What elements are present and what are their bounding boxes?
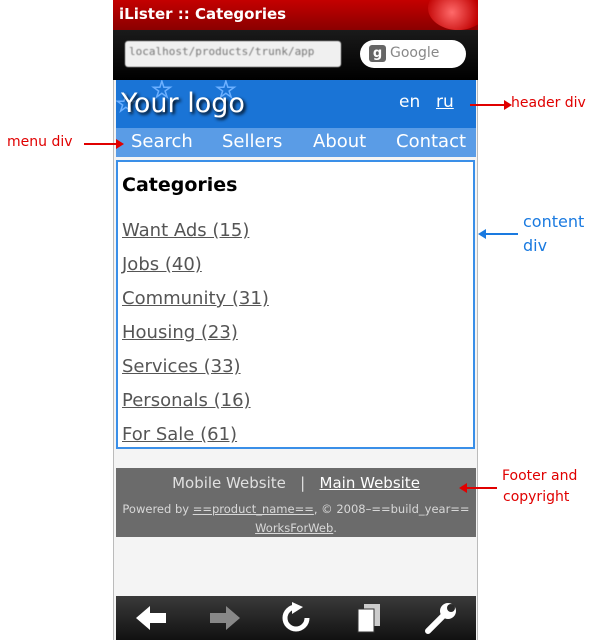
window-title: iLister :: Categories [119,5,287,23]
menu-item-contact[interactable]: Contact [396,131,466,152]
menu-div: Search Sellers About Contact [116,128,476,157]
search-placeholder: Google [390,45,440,61]
annotation-menu-div: menu div [7,134,73,150]
category-link[interactable]: Housing (23) [122,322,238,343]
annotation-arrow [478,229,518,239]
forward-arrow-icon[interactable] [204,602,244,634]
lang-ru-link[interactable]: ru [436,92,454,112]
copyright-text: , © 2008–==build_year== [313,502,470,516]
product-name-link[interactable]: ==product_name== [193,502,314,516]
category-link[interactable]: Community (31) [122,288,269,309]
windows-icon[interactable] [348,602,388,634]
annotation-header-div: header div [511,95,586,111]
annotation-arrow [84,139,124,149]
category-link[interactable]: Want Ads (15) [122,220,249,241]
category-link[interactable]: Jobs (40) [122,254,202,275]
menu-item-about[interactable]: About [313,131,366,152]
category-link[interactable]: Services (33) [122,356,241,377]
footer-separator: | [300,474,306,492]
url-input[interactable]: localhost/products/trunk/app [125,41,341,67]
annotation-arrow [459,483,497,493]
google-search-box[interactable]: g Google [360,40,466,68]
menu-item-sellers[interactable]: Sellers [222,131,282,152]
menu-item-search[interactable]: Search [131,131,193,152]
main-website-link[interactable]: Main Website [320,474,420,492]
site-logo[interactable]: Your logo [121,88,245,119]
header-div: ★ ★ ★ Your logo en ru [116,80,476,128]
google-g-icon: g [369,45,386,62]
status-orb-icon [428,0,478,30]
content-div: Categories Want Ads (15) Jobs (40) Commu… [116,160,475,449]
copyright-period: . [333,521,337,535]
annotation-content-div-line2: div [523,236,548,255]
footer-div: Mobile Website | Main Website Powered by… [116,468,476,537]
browser-toolbar [116,596,476,640]
title-bar: iLister :: Categories [113,0,478,30]
address-bar: localhost/products/trunk/app g Google [113,30,478,80]
back-arrow-icon[interactable] [132,602,172,634]
lang-en: en [399,92,421,112]
mobile-website-label: Mobile Website [172,474,286,492]
powered-by-label: Powered by [122,502,190,516]
company-link[interactable]: WorksForWeb [255,521,333,535]
annotation-footer: Footer and [502,468,578,484]
category-link[interactable]: Personals (16) [122,390,251,411]
category-link[interactable]: For Sale (61) [122,424,237,445]
wrench-icon[interactable] [420,602,460,634]
footer-links: Mobile Website | Main Website [116,474,476,492]
annotation-footer-line2: copyright [503,489,570,505]
reload-icon[interactable] [276,602,316,634]
copyright: Powered by ==product_name==, © 2008–==bu… [116,500,476,538]
page-title: Categories [122,174,238,196]
annotation-arrow [470,100,512,110]
annotation-content-div: content [523,212,585,231]
